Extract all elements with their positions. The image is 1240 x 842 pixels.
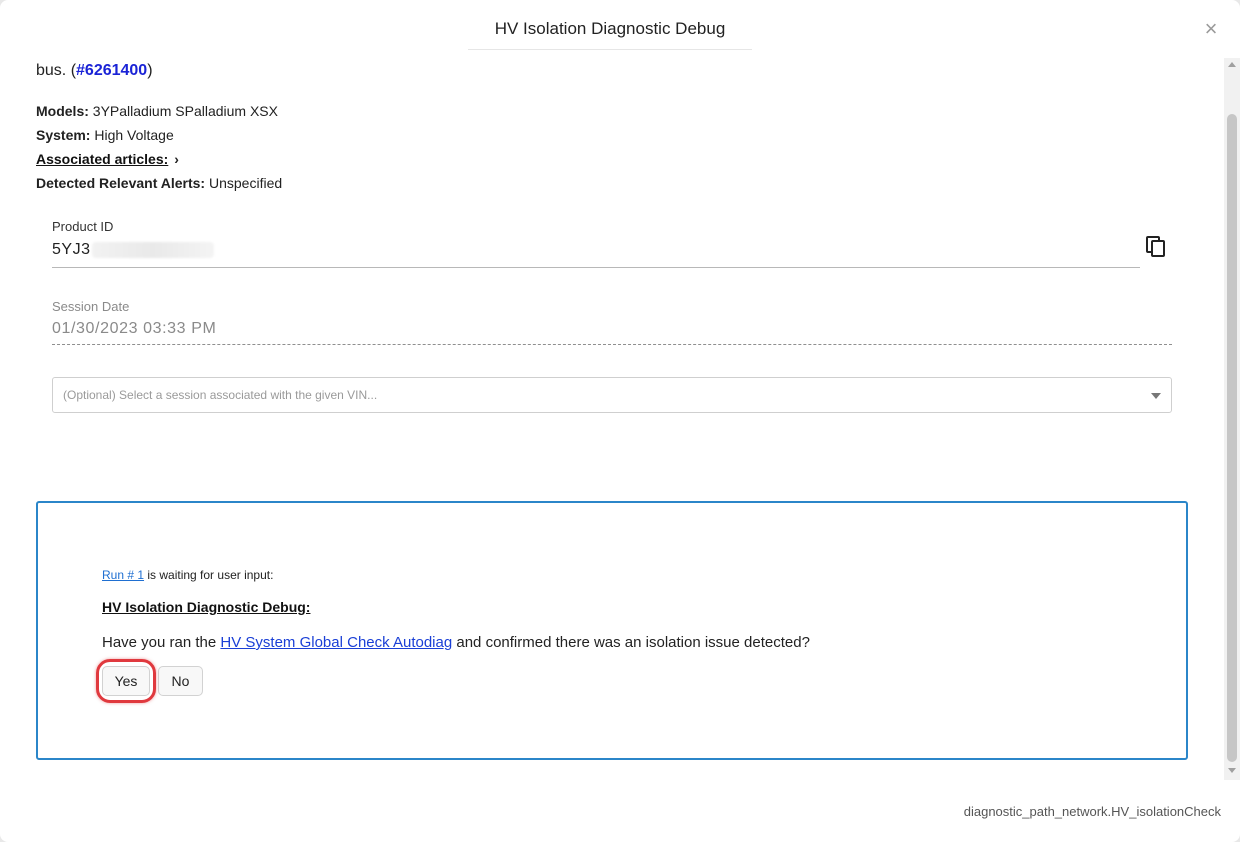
product-id-field[interactable]: 5YJ3 bbox=[52, 241, 90, 259]
diagnostic-dialog: HV Isolation Diagnostic Debug × bus. (#6… bbox=[0, 0, 1240, 842]
scrollbar-thumb[interactable] bbox=[1227, 114, 1237, 762]
session-date-label: Session Date bbox=[52, 299, 130, 314]
dialog-header: HV Isolation Diagnostic Debug × bbox=[0, 0, 1240, 58]
scroll-down-arrow-icon[interactable] bbox=[1228, 768, 1236, 773]
alerts-value: Unspecified bbox=[208, 175, 283, 191]
user-input-panel: Run # 1 is waiting for user input: HV Is… bbox=[36, 501, 1188, 760]
dialog-content: bus. (#6261400) Models: 3YPalladium SPal… bbox=[0, 58, 1224, 780]
yes-button[interactable]: Yes bbox=[102, 666, 150, 696]
session-date-field[interactable]: 01/30/2023 03:33 PM bbox=[52, 320, 216, 338]
diagnostic-path-label: diagnostic_path_network.HV_isolationChec… bbox=[963, 804, 1221, 819]
close-icon[interactable]: × bbox=[1201, 18, 1221, 40]
run-status-line: Run # 1 is waiting for user input: bbox=[102, 568, 273, 582]
scrollbar[interactable] bbox=[1224, 58, 1240, 780]
question-prefix: Have you ran the bbox=[102, 634, 221, 651]
models-label: Models: bbox=[36, 103, 89, 119]
alerts-label: Detected Relevant Alerts: bbox=[36, 175, 206, 191]
summary-prefix: bus. ( bbox=[36, 62, 77, 79]
session-select[interactable]: (Optional) Select a session associated w… bbox=[52, 377, 1172, 413]
prompt-title: HV Isolation Diagnostic Debug: bbox=[102, 599, 311, 615]
autodiag-link[interactable]: HV System Global Check Autodiag bbox=[220, 634, 452, 651]
question-suffix: and confirmed there was an isolation iss… bbox=[452, 634, 810, 651]
associated-articles-row[interactable]: Associated articles: › bbox=[36, 150, 179, 168]
session-select-placeholder: (Optional) Select a session associated w… bbox=[63, 388, 378, 402]
product-id-label: Product ID bbox=[52, 219, 114, 234]
copy-icon[interactable] bbox=[1146, 236, 1166, 258]
question-text: Have you ran the HV System Global Check … bbox=[102, 634, 810, 651]
summary-suffix: ) bbox=[147, 62, 153, 79]
product-id-underline bbox=[52, 267, 1140, 268]
alerts-row: Detected Relevant Alerts: Unspecified bbox=[36, 174, 282, 192]
chevron-right-icon[interactable]: › bbox=[174, 150, 179, 168]
run-status-text: is waiting for user input: bbox=[144, 568, 274, 582]
session-date-underline bbox=[52, 344, 1172, 345]
summary-line: bus. (#6261400) bbox=[36, 61, 153, 81]
redacted-product-id bbox=[92, 242, 214, 258]
scroll-up-arrow-icon[interactable] bbox=[1228, 62, 1236, 67]
system-row: System: High Voltage bbox=[36, 126, 174, 144]
caret-down-icon bbox=[1151, 393, 1161, 399]
dialog-title: HV Isolation Diagnostic Debug bbox=[468, 12, 752, 50]
ticket-link[interactable]: #6261400 bbox=[76, 62, 147, 79]
models-row: Models: 3YPalladium SPalladium XSX bbox=[36, 102, 278, 120]
system-label: System: bbox=[36, 127, 91, 143]
associated-articles-link[interactable]: Associated articles: bbox=[36, 151, 168, 167]
no-button[interactable]: No bbox=[158, 666, 203, 696]
system-value: High Voltage bbox=[94, 127, 174, 143]
models-value: 3YPalladium SPalladium XSX bbox=[92, 103, 278, 119]
run-link[interactable]: Run # 1 bbox=[102, 568, 144, 582]
